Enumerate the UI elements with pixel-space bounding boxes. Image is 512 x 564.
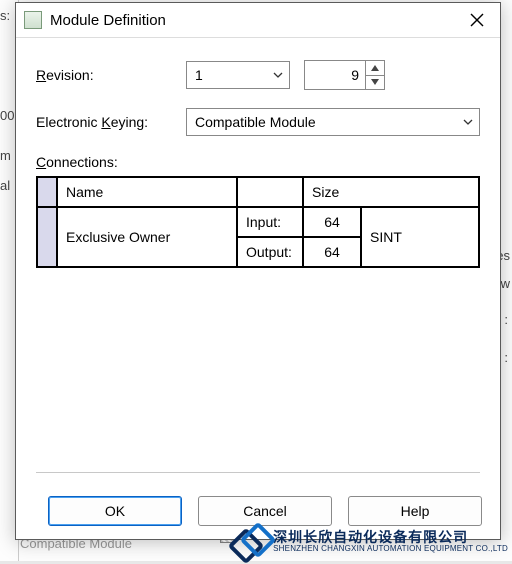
connections-table: Name Size Exclusive Owner Input: 64 SINT… — [36, 176, 480, 268]
help-button[interactable]: Help — [348, 496, 482, 526]
table-header-row: Name Size — [37, 177, 479, 207]
col-header-blank — [237, 177, 303, 207]
chevron-down-icon — [273, 70, 283, 80]
dialog-footer: OK Cancel Help — [16, 483, 500, 539]
dialog-body: Revision: 1 Electroni — [16, 38, 500, 483]
module-definition-dialog: Module Definition Revision: 1 — [15, 2, 501, 540]
connections-label: Connections: — [36, 154, 480, 170]
chevron-down-icon — [463, 117, 473, 127]
spinner-down-button[interactable] — [366, 76, 384, 90]
ok-button[interactable]: OK — [48, 496, 182, 526]
titlebar[interactable]: Module Definition — [16, 3, 500, 38]
output-label-cell: Output: — [237, 237, 303, 267]
row-header[interactable] — [37, 207, 57, 267]
bg-fragment: m — [0, 148, 11, 163]
table-row: Exclusive Owner Input: 64 SINT — [37, 207, 479, 237]
keying-label: Electronic Keying: — [36, 114, 186, 130]
revision-row: Revision: 1 — [36, 60, 480, 90]
input-size-cell[interactable]: 64 — [303, 207, 361, 237]
cancel-button[interactable]: Cancel — [198, 496, 332, 526]
connection-name-cell[interactable]: Exclusive Owner — [57, 207, 237, 267]
revision-label: Revision: — [36, 67, 186, 83]
revision-major-value: 1 — [195, 67, 203, 83]
close-icon — [470, 13, 484, 27]
bg-fragment: al — [0, 178, 10, 193]
window-title: Module Definition — [50, 12, 454, 29]
app-icon — [24, 11, 42, 29]
revision-minor-spinner[interactable] — [304, 60, 385, 90]
chevron-up-icon — [371, 65, 379, 71]
bg-fragment: 00 — [0, 108, 14, 123]
col-header-name: Name — [57, 177, 237, 207]
close-button[interactable] — [454, 3, 500, 37]
bg-fragment: s: — [0, 8, 10, 23]
keying-combo[interactable]: Compatible Module — [186, 108, 480, 136]
keying-value: Compatible Module — [195, 114, 316, 130]
chevron-down-icon — [371, 79, 379, 85]
revision-minor-input[interactable] — [305, 61, 365, 89]
datatype-cell[interactable]: SINT — [361, 207, 479, 267]
bg-fragment: : — [504, 350, 508, 365]
keying-row: Electronic Keying: Compatible Module — [36, 108, 480, 136]
input-label-cell: Input: — [237, 207, 303, 237]
output-size-cell[interactable]: 64 — [303, 237, 361, 267]
separator — [36, 472, 480, 473]
bg-fragment: : — [504, 312, 508, 327]
revision-major-combo[interactable]: 1 — [186, 61, 290, 89]
row-header-corner — [37, 177, 57, 207]
col-header-size: Size — [303, 177, 479, 207]
spinner-up-button[interactable] — [366, 61, 384, 76]
